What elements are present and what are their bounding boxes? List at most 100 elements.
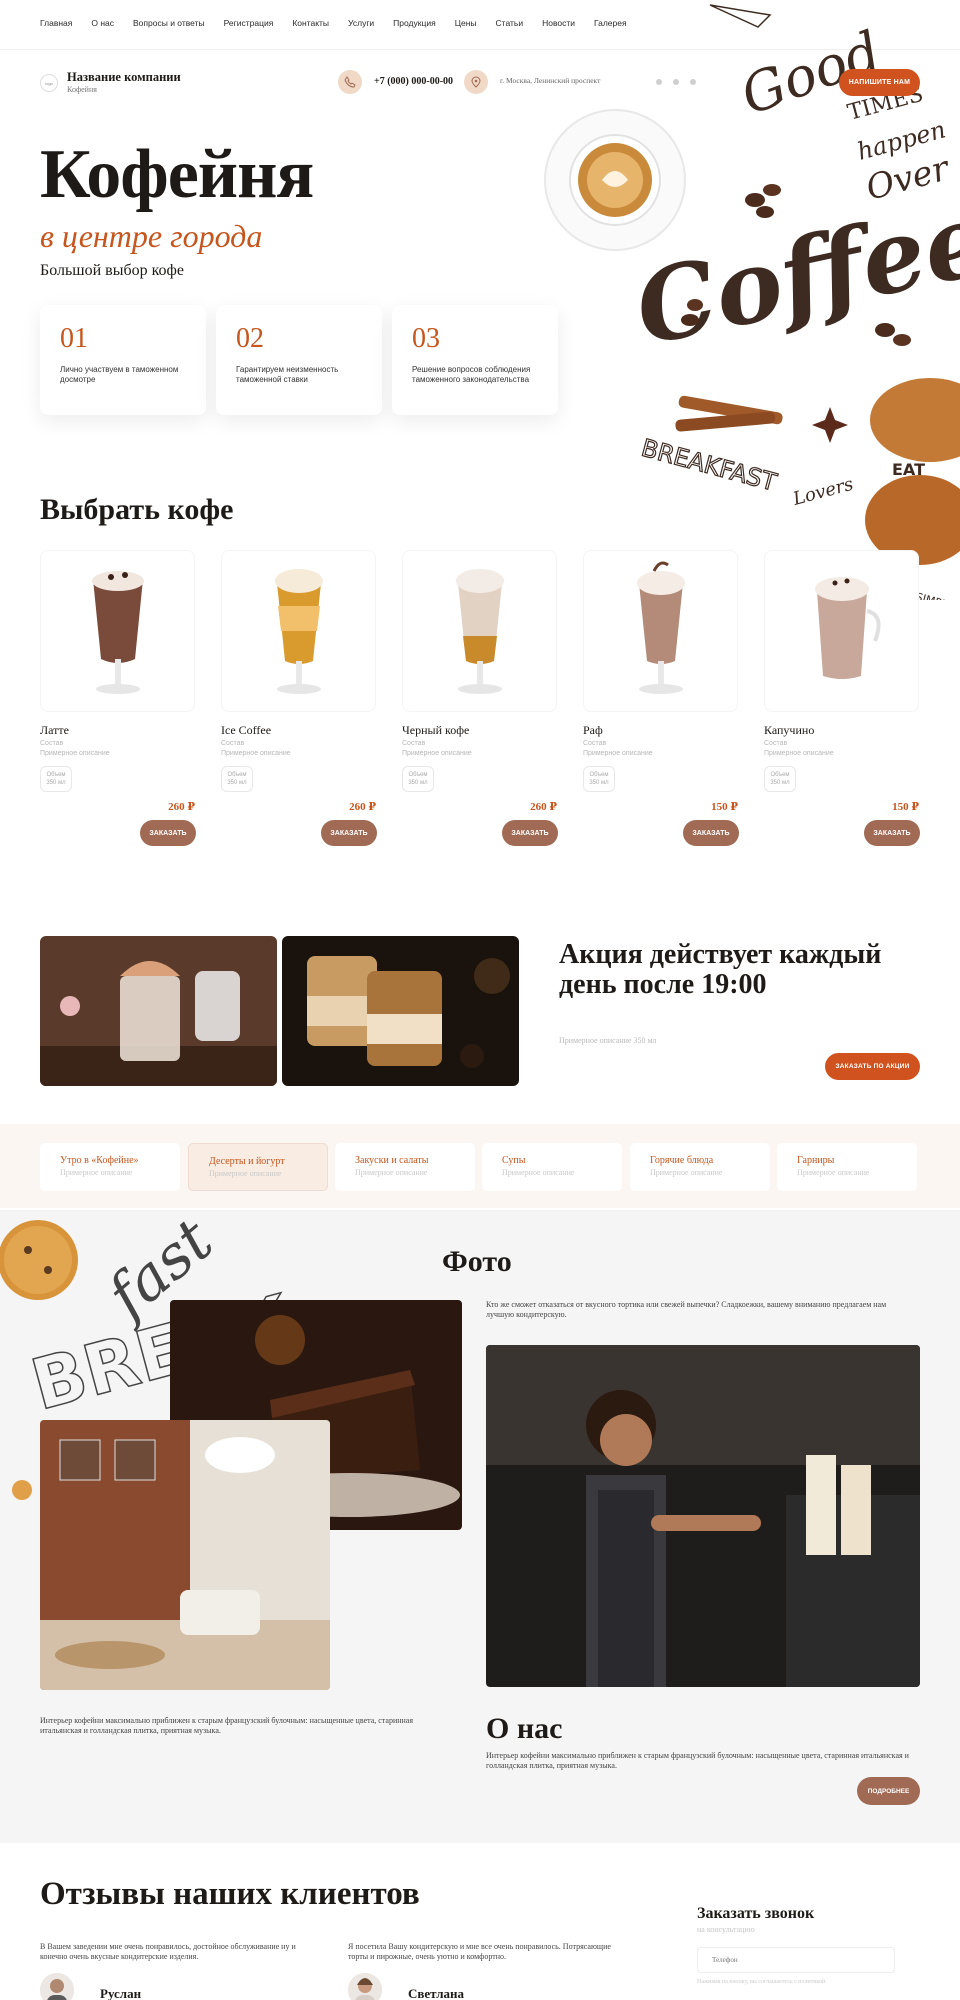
- order-button[interactable]: ЗАКАЗАТЬ: [140, 820, 196, 846]
- volume-value: 350 мл: [46, 780, 66, 787]
- coffee-description: Примерное описание: [40, 750, 110, 757]
- feature-number: 01: [60, 323, 88, 354]
- coffee-name: Ice Coffee: [221, 723, 272, 737]
- category-name: Горячие блюда: [650, 1155, 714, 1166]
- category-desc: Примерное описание: [209, 1169, 282, 1178]
- volume-value: 350 мл: [770, 780, 790, 787]
- feature-card: 03 Решение вопросов соблюдения таможенно…: [392, 305, 558, 415]
- nav-item-products[interactable]: Продукция: [393, 18, 436, 28]
- hero-tagline: Большой выбор кофе: [40, 262, 185, 279]
- art-word-breakfast: BREAKFAST: [638, 434, 779, 497]
- social-icon-whatsapp[interactable]: [690, 79, 696, 85]
- category-desc: Примерное описание: [502, 1168, 575, 1177]
- gallery-caption: Интерьер кофейни максимально приближен к…: [40, 1716, 414, 1736]
- hero-subtitle: в центре города: [40, 218, 263, 254]
- about-title: О нас: [486, 1712, 563, 1745]
- feature-number: 03: [412, 323, 440, 354]
- coffee-price: 260 ₽: [530, 801, 557, 813]
- volume-value: 350 мл: [408, 780, 428, 787]
- privacy-note: Нажимая на кнопку, вы соглашаетесь с пол…: [697, 1979, 826, 1985]
- nav-item-about[interactable]: О нас: [91, 18, 114, 28]
- coffee-image-latte[interactable]: [40, 550, 195, 712]
- company-subtitle: Кофейня: [67, 85, 97, 94]
- coffee-description: Примерное описание: [764, 750, 834, 757]
- reviewer-name: Руслан: [100, 1986, 142, 2000]
- nav-item-faq[interactable]: Вопросы и ответы: [133, 18, 205, 28]
- phone-icon: [338, 70, 362, 94]
- gallery-intro: Кто же сможет отказаться от вкусного тор…: [486, 1300, 887, 1320]
- coffee-price: 260 ₽: [168, 801, 195, 813]
- about-text: Интерьер кофейни максимально приближен к…: [486, 1751, 909, 1771]
- feature-card: 01 Лично участвуем в таможенном досмотре: [40, 305, 206, 415]
- category-name: Закуски и салаты: [355, 1155, 429, 1166]
- coffee-price: 150 ₽: [711, 801, 738, 813]
- coffee-description: Примерное описание: [402, 750, 472, 757]
- coffee-price: 260 ₽: [349, 801, 376, 813]
- nav-item-registration[interactable]: Регистрация: [224, 18, 274, 28]
- category-desc: Примерное описание: [650, 1168, 723, 1177]
- order-button[interactable]: ЗАКАЗАТЬ: [502, 820, 558, 846]
- coffee-name: Черный кофе: [402, 723, 470, 737]
- callback-subtitle: на консультацию: [697, 1925, 755, 1934]
- feature-text: Лично участвуем в таможенном досмотре: [60, 365, 179, 384]
- nav-item-prices[interactable]: Цены: [455, 18, 477, 28]
- feature-number: 02: [236, 323, 264, 354]
- volume-label: Объем: [589, 772, 609, 778]
- nav-list: Главная О нас Вопросы и ответы Регистрац…: [40, 18, 627, 28]
- coffee-composition-label: Состав: [40, 740, 64, 747]
- write-us-button[interactable]: НАПИШИТЕ НАМ: [839, 69, 920, 96]
- coffee-composition-label: Состав: [402, 740, 426, 747]
- promo-title: Акция действует каждый день после 19:00: [559, 939, 882, 1000]
- promo-order-button[interactable]: ЗАКАЗАТЬ ПО АКЦИИ: [825, 1053, 920, 1080]
- nav-item-services[interactable]: Услуги: [348, 18, 374, 28]
- feature-text: Решение вопросов соблюдения таможенного …: [412, 365, 531, 384]
- category-snacks[interactable]: Закуски и салаты Примерное описание: [335, 1143, 475, 1191]
- art-word-lovers: Lovers: [790, 474, 856, 510]
- category-name: Супы: [502, 1155, 526, 1166]
- category-desc: Примерное описание: [60, 1168, 133, 1177]
- nav-item-contacts[interactable]: Контакты: [292, 18, 329, 28]
- coffee-image-black-coffee[interactable]: [402, 550, 557, 712]
- social-icon-telegram[interactable]: [673, 79, 679, 85]
- category-hot-dishes[interactable]: Горячие блюда Примерное описание: [630, 1143, 770, 1191]
- volume-box: Объем 350 мл: [221, 766, 253, 792]
- volume-box: Объем 350 мл: [402, 766, 434, 792]
- art-word-simple: SIMPLE TH: [914, 590, 960, 600]
- coffee-description: Примерное описание: [583, 750, 653, 757]
- promo-image-dessert: [282, 936, 519, 1086]
- order-button[interactable]: ЗАКАЗАТЬ: [683, 820, 739, 846]
- coffee-name: Латте: [40, 723, 69, 737]
- phone-input[interactable]: [697, 1947, 895, 1973]
- category-sides[interactable]: Гарниры Примерное описание: [777, 1143, 917, 1191]
- address: г. Москва, Ленинский проспект: [500, 76, 601, 85]
- order-button[interactable]: ЗАКАЗАТЬ: [864, 820, 920, 846]
- volume-value: 350 мл: [227, 780, 247, 787]
- category-name: Утро в «Кофейне»: [60, 1155, 139, 1166]
- photo-barista[interactable]: [486, 1345, 920, 1687]
- more-button[interactable]: ПОДРОБНЕЕ: [857, 1777, 920, 1805]
- coffee-composition-label: Состав: [764, 740, 788, 747]
- phone-number[interactable]: +7 (000) 000-00-00: [374, 76, 453, 87]
- order-button[interactable]: ЗАКАЗАТЬ: [321, 820, 377, 846]
- volume-value: 350 мл: [589, 780, 609, 787]
- location-icon: [464, 70, 488, 94]
- volume-label: Объем: [408, 772, 428, 778]
- coffee-image-ice-coffee[interactable]: [221, 550, 376, 712]
- social-icon-vk[interactable]: [656, 79, 662, 85]
- reviews-title: Отзывы наших клиентов: [40, 1876, 420, 1912]
- photo-cafe-interior[interactable]: [40, 1420, 330, 1690]
- review-text: В Вашем заведении мне очень понравилось,…: [40, 1942, 296, 1962]
- company-logo[interactable]: logo: [40, 74, 58, 92]
- nav-item-articles[interactable]: Статьи: [496, 18, 524, 28]
- coffee-image-raf[interactable]: [583, 550, 738, 712]
- promo-image-latte: [40, 936, 277, 1086]
- company-name: Название компании: [67, 70, 181, 84]
- coffee-image-cappuccino[interactable]: [764, 550, 919, 712]
- menu-section-title: Выбрать кофе: [40, 493, 234, 526]
- volume-label: Объем: [227, 772, 247, 778]
- nav-item-home[interactable]: Главная: [40, 18, 72, 28]
- category-breakfast[interactable]: Утро в «Кофейне» Примерное описание: [40, 1143, 180, 1191]
- category-soups[interactable]: Супы Примерное описание: [482, 1143, 622, 1191]
- category-desserts[interactable]: Десерты и йогурт Примерное описание: [188, 1143, 328, 1191]
- volume-box: Объем 350 мл: [764, 766, 796, 792]
